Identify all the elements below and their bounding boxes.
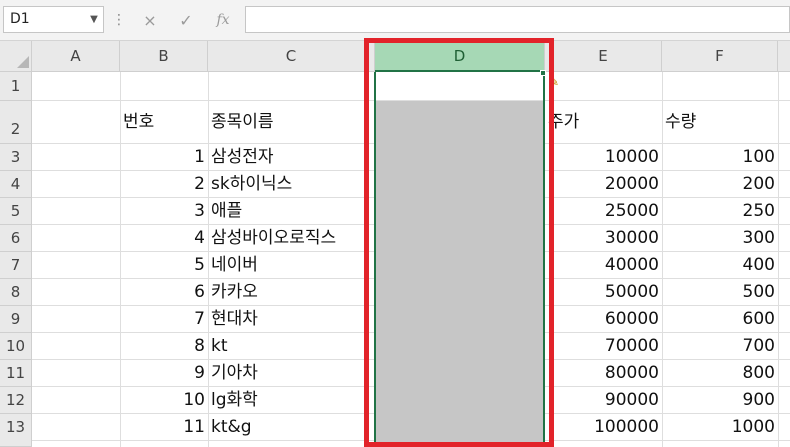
cell-c5[interactable]: 애플 [208,198,375,225]
cell-c9[interactable]: 현대차 [208,306,375,333]
cell-f9[interactable]: 600 [662,306,778,333]
row-header-7[interactable]: 7 [0,252,32,279]
column-header-a[interactable]: A [32,41,120,72]
cell-e10[interactable]: 70000 [545,333,662,360]
cell-c3[interactable]: 삼성전자 [208,144,375,171]
cell-b2[interactable]: 번호 [120,101,208,144]
row-header-10[interactable]: 10 [0,333,32,360]
cell-e12[interactable]: 90000 [545,387,662,414]
cell-e6[interactable]: 30000 [545,225,662,252]
formula-input[interactable] [245,6,790,33]
cell-e8[interactable]: 50000 [545,279,662,306]
cell-b13[interactable]: 11 [120,414,208,441]
row-header-8[interactable]: 8 [0,279,32,306]
highlight-box [364,38,554,447]
row-header-13[interactable]: 13 [0,414,32,447]
cell-f10[interactable]: 700 [662,333,778,360]
enter-icon[interactable]: ✓ [172,8,200,33]
row-header-11[interactable]: 11 [0,360,32,387]
row-header-12[interactable]: 12 [0,387,32,414]
cell-b8[interactable]: 6 [120,279,208,306]
cell-b11[interactable]: 9 [120,360,208,387]
cell-f13[interactable]: 1000 [662,414,778,441]
cell-f6[interactable]: 300 [662,225,778,252]
cell-f2[interactable]: 수량 [662,101,778,144]
cell-b12[interactable]: 10 [120,387,208,414]
cell-f5[interactable]: 250 [662,198,778,225]
cell-c13[interactable]: kt&g [208,414,375,441]
row-header-3[interactable]: 3 [0,144,32,171]
cell-e4[interactable]: 20000 [545,171,662,198]
insert-function-icon[interactable]: fx [209,8,237,33]
cell-c8[interactable]: 카카오 [208,279,375,306]
row-header-5[interactable]: 5 [0,198,32,225]
cell-c10[interactable]: kt [208,333,375,360]
cell-b10[interactable]: 8 [120,333,208,360]
cell-c4[interactable]: sk하이닉스 [208,171,375,198]
cancel-icon[interactable]: × [136,8,164,33]
cell-f3[interactable]: 100 [662,144,778,171]
cell-f8[interactable]: 500 [662,279,778,306]
column-header-f[interactable]: F [662,41,778,72]
column-header-c[interactable]: C [208,41,375,72]
cell-b9[interactable]: 7 [120,306,208,333]
name-box-dropdown-icon[interactable]: ▼ [86,6,102,33]
cell-f12[interactable]: 900 [662,387,778,414]
row-header-9[interactable]: 9 [0,306,32,333]
cell-b6[interactable]: 4 [120,225,208,252]
cell-e2[interactable]: 주가 [545,101,662,144]
cell-c6[interactable]: 삼성바이오로직스 [208,225,375,252]
row-header-1[interactable]: 1 [0,72,32,101]
cell-e3[interactable]: 10000 [545,144,662,171]
cell-e9[interactable]: 60000 [545,306,662,333]
cell-e13[interactable]: 100000 [545,414,662,441]
gridline-vertical [778,72,779,447]
cell-b4[interactable]: 2 [120,171,208,198]
cell-e5[interactable]: 25000 [545,198,662,225]
cell-c11[interactable]: 기아차 [208,360,375,387]
cell-c2[interactable]: 종목이름 [208,101,375,144]
formula-bar-grip-icon: ⋮ [112,12,126,28]
row-header-6[interactable]: 6 [0,225,32,252]
column-header-e[interactable]: E [545,41,662,72]
cell-f7[interactable]: 400 [662,252,778,279]
select-all-triangle-icon [17,56,29,68]
column-header-b[interactable]: B [120,41,208,72]
row-header-2[interactable]: 2 [0,101,32,144]
cell-e11[interactable]: 80000 [545,360,662,387]
cell-f11[interactable]: 800 [662,360,778,387]
cell-c7[interactable]: 네이버 [208,252,375,279]
cell-f4[interactable]: 200 [662,171,778,198]
cell-b7[interactable]: 5 [120,252,208,279]
cell-b5[interactable]: 3 [120,198,208,225]
cell-b3[interactable]: 1 [120,144,208,171]
cell-e7[interactable]: 40000 [545,252,662,279]
row-header-4[interactable]: 4 [0,171,32,198]
cell-c12[interactable]: lg화학 [208,387,375,414]
column-header-g[interactable] [778,41,790,72]
